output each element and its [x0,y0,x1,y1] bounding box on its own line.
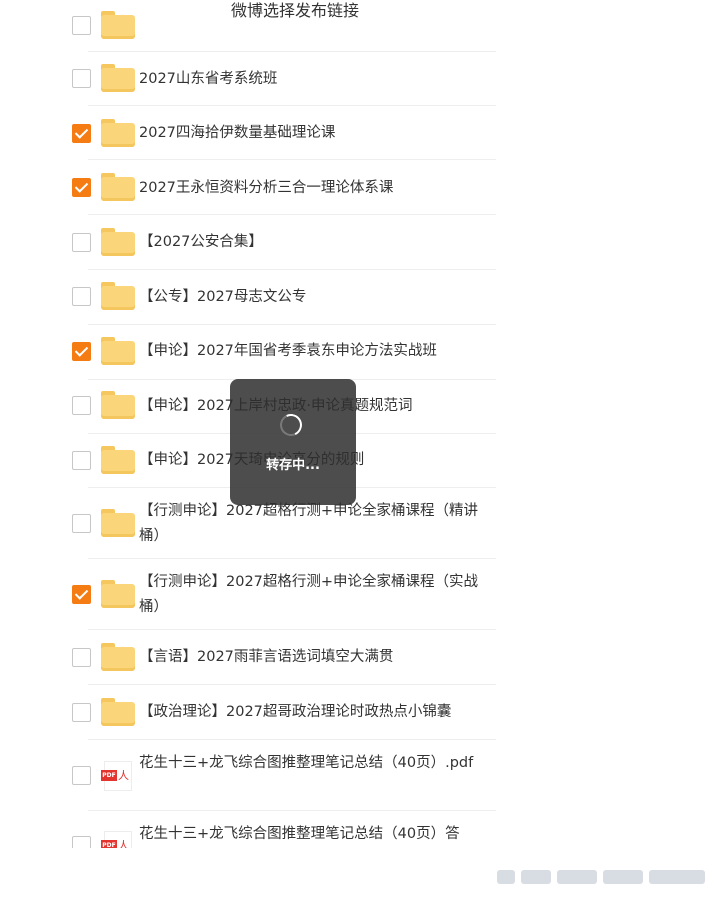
item-label: 花生十三+龙飞综合图推整理笔记总结（40页）.pdf [139,755,474,771]
item-label: 【公专】2027母志文公专 [139,289,307,305]
checkbox-icon[interactable] [72,396,91,415]
folder-icon [101,173,135,201]
checkbox-icon[interactable] [72,124,91,143]
pdf-file-icon: PDF 人 [101,831,133,848]
row-divider [88,810,496,811]
folder-icon [101,643,135,671]
checkbox-icon[interactable] [72,451,91,470]
folder-icon [101,64,135,92]
folder-icon [101,446,135,474]
checkbox-icon[interactable] [72,178,91,197]
folder-icon [101,509,135,537]
checkbox-icon[interactable] [72,648,91,667]
row-divider [88,558,496,559]
folder-icon [101,282,135,310]
row-divider [88,159,496,160]
row-divider [88,684,496,685]
row-divider [88,269,496,270]
folder-icon [101,119,135,147]
item-label: 【言语】2027雨菲言语选词填空大满贯 [139,649,394,665]
item-label: 【行测申论】2027超格行测+申论全家桶课程（精讲桶） [139,503,479,544]
item-label: 2027四海拾伊数量基础理论课 [139,125,336,141]
folder-icon [101,228,135,256]
folder-icon [101,580,135,608]
saving-toast: 转存中... [230,379,356,505]
row-divider [88,739,496,740]
row-divider [88,629,496,630]
item-label: 【2027公安合集】 [139,234,263,250]
toast-text: 转存中... [266,458,320,473]
checkbox-icon[interactable] [72,287,91,306]
item-label: 2027山东省考系统班 [139,71,278,87]
checkbox-icon[interactable] [72,703,91,722]
item-label: 【行测申论】2027超格行测+申论全家桶课程（实战桶） [139,574,479,615]
checkbox-icon[interactable] [72,342,91,361]
item-label: 【申论】2027年国省考季袁东申论方法实战班 [139,343,437,359]
pdf-file-icon: PDF 人 [101,761,133,791]
watermark [497,866,709,888]
folder-icon [101,391,135,419]
checkbox-icon[interactable] [72,16,91,35]
row-divider [88,324,496,325]
checkbox-icon[interactable] [72,585,91,604]
checkbox-icon[interactable] [72,766,91,785]
row-divider [88,105,496,106]
item-label: 【政治理论】2027超哥政治理论时政热点小锦囊 [139,704,452,720]
item-label: 2027王永恒资料分析三合一理论体系课 [139,180,394,196]
folder-icon [101,698,135,726]
row-divider [88,51,496,52]
checkbox-icon[interactable] [72,69,91,88]
checkbox-icon[interactable] [72,233,91,252]
loading-spinner-icon [276,410,306,440]
checkbox-icon[interactable] [72,514,91,533]
row-divider [88,214,496,215]
folder-icon [101,11,135,39]
folder-icon [101,337,135,365]
checkbox-icon[interactable] [72,836,91,848]
item-label: 花生十三+龙飞综合图推整理笔记总结（40页）答 [139,826,460,842]
